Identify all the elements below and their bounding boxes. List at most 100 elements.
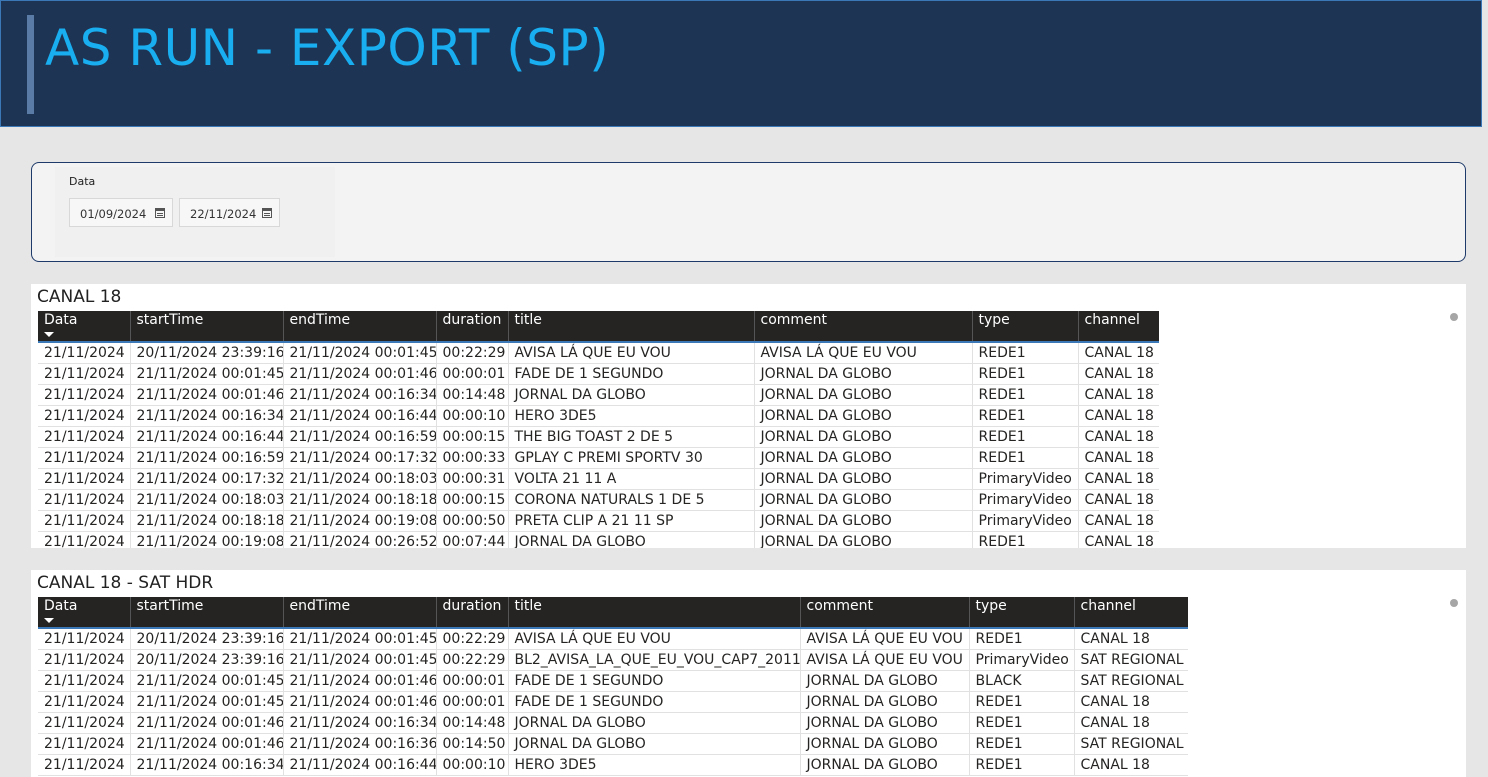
column-header[interactable]: endTime [283, 311, 437, 343]
table-cell: 00:00:31 [436, 468, 509, 490]
table-row[interactable]: 21/11/2024 21/11/2024 00:18:03 21/11/2024 … [38, 489, 1159, 511]
table-cell: 00:22:29 [436, 649, 509, 671]
column-header-label: Data [44, 598, 78, 614]
start-date-input[interactable]: 01/09/2024 [69, 198, 173, 227]
column-header-label: startTime [136, 312, 204, 328]
column-header-label: duration [442, 598, 502, 614]
column-header[interactable]: startTime [130, 311, 284, 343]
table-cell: 21/11/2024 00:01:46 [130, 384, 284, 406]
table-cell: 21/11/2024 00:01:45 [283, 342, 437, 364]
date-slicer-label: Data [69, 175, 96, 188]
table-row[interactable]: 21/11/2024 20/11/2024 23:39:16 21/11/2024 … [38, 342, 1159, 364]
column-header[interactable]: type [969, 597, 1075, 629]
table-cell: PrimaryVideo [972, 489, 1079, 511]
column-header[interactable]: title [508, 311, 755, 343]
table-title: CANAL 18 [37, 287, 122, 307]
table-cell: REDE1 [972, 531, 1079, 548]
table-cell: 00:14:48 [436, 384, 509, 406]
table-row[interactable]: 21/11/2024 21/11/2024 00:16:59 21/11/2024 … [38, 447, 1159, 469]
date-slicer: Data 01/09/2024 22/11/2024 [55, 167, 335, 257]
table-row[interactable]: 21/11/2024 21/11/2024 00:16:44 21/11/2024 … [38, 426, 1159, 448]
column-header[interactable]: duration [436, 311, 509, 343]
table-row[interactable]: 21/11/2024 21/11/2024 00:17:32 21/11/2024 … [38, 468, 1159, 490]
table-cell: 00:14:50 [436, 733, 509, 755]
table-cell: JORNAL DA GLOBO [508, 712, 801, 734]
end-date-input[interactable]: 22/11/2024 [179, 198, 280, 227]
column-header[interactable]: comment [800, 597, 970, 629]
table-cell: CANAL 18 [1078, 342, 1159, 364]
scrollbar-thumb[interactable] [1450, 313, 1458, 321]
table-cell: 00:00:15 [436, 426, 509, 448]
table-row[interactable]: 21/11/2024 21/11/2024 00:19:08 21/11/2024 … [38, 531, 1159, 548]
table-cell: JORNAL DA GLOBO [800, 712, 970, 734]
table-cell: AVISA LÁ QUE EU VOU [508, 342, 755, 364]
table-cell: REDE1 [969, 712, 1075, 734]
table-row[interactable]: 21/11/2024 21/11/2024 00:01:45 21/11/2024 … [38, 363, 1159, 385]
table-cell: 00:00:50 [436, 510, 509, 532]
column-header[interactable]: startTime [130, 597, 284, 629]
table-cell: 21/11/2024 00:01:46 [283, 670, 437, 692]
canal-18-panel: CANAL 18 Data startTime endTime duration tit… [31, 284, 1466, 548]
table-cell: PrimaryVideo [969, 649, 1075, 671]
table-cell: CANAL 18 [1078, 489, 1159, 511]
table-cell: FADE DE 1 SEGUNDO [508, 363, 755, 385]
table-row[interactable]: 21/11/2024 21/11/2024 00:18:18 21/11/2024 … [38, 510, 1159, 532]
table-cell: HERO 3DE5 [508, 754, 801, 776]
table-cell: 00:14:48 [436, 712, 509, 734]
column-header[interactable]: channel [1078, 311, 1159, 343]
table-cell: 21/11/2024 00:16:44 [283, 405, 437, 427]
table-cell: JORNAL DA GLOBO [754, 384, 973, 406]
calendar-icon[interactable] [262, 208, 272, 218]
table-row[interactable]: 21/11/2024 21/11/2024 00:01:46 21/11/2024 … [38, 733, 1188, 755]
table-cell: 21/11/2024 00:26:52 [283, 531, 437, 548]
column-header-label: duration [442, 312, 502, 328]
table-cell: 00:00:10 [436, 754, 509, 776]
column-header[interactable]: type [972, 311, 1079, 343]
table-cell: 21/11/2024 00:18:03 [130, 489, 284, 511]
column-header[interactable]: Data [38, 311, 131, 343]
table-row[interactable]: 21/11/2024 21/11/2024 00:01:46 21/11/2024 … [38, 384, 1159, 406]
table-cell: 00:00:01 [436, 363, 509, 385]
column-header[interactable]: endTime [283, 597, 437, 629]
table-cell: JORNAL DA GLOBO [800, 754, 970, 776]
table-cell: REDE1 [972, 384, 1079, 406]
column-header[interactable]: channel [1074, 597, 1188, 629]
sort-descending-icon [44, 332, 54, 337]
table-cell: REDE1 [972, 447, 1079, 469]
table-cell: JORNAL DA GLOBO [754, 363, 973, 385]
table-cell: 21/11/2024 [38, 405, 131, 427]
table-cell: PrimaryVideo [972, 468, 1079, 490]
column-header-label: comment [760, 312, 828, 328]
report-header: AS RUN - EXPORT (SP) [0, 0, 1482, 127]
column-header[interactable]: Data [38, 597, 131, 629]
table-cell: JORNAL DA GLOBO [800, 691, 970, 713]
table-cell: REDE1 [969, 733, 1075, 755]
table-row[interactable]: 21/11/2024 21/11/2024 00:16:34 21/11/2024 … [38, 754, 1188, 776]
table-row[interactable]: 21/11/2024 21/11/2024 00:01:45 21/11/2024 … [38, 670, 1188, 692]
table-row[interactable]: 21/11/2024 21/11/2024 00:01:46 21/11/2024 … [38, 712, 1188, 734]
table-row[interactable]: 21/11/2024 21/11/2024 00:01:45 21/11/2024 … [38, 691, 1188, 713]
scrollbar-thumb[interactable] [1450, 599, 1458, 607]
table-cell: AVISA LÁ QUE EU VOU [800, 649, 970, 671]
table-cell: JORNAL DA GLOBO [800, 670, 970, 692]
table-cell: FADE DE 1 SEGUNDO [508, 670, 801, 692]
table-cell: CANAL 18 [1078, 510, 1159, 532]
table-cell: 21/11/2024 [38, 628, 131, 650]
column-header[interactable]: comment [754, 311, 973, 343]
table-cell: 21/11/2024 [38, 468, 131, 490]
calendar-icon[interactable] [155, 208, 165, 218]
table-cell: CANAL 18 [1078, 447, 1159, 469]
table-cell: 21/11/2024 [38, 342, 131, 364]
table-cell: 21/11/2024 00:01:46 [130, 733, 284, 755]
table-cell: 21/11/2024 [38, 754, 131, 776]
table-cell: 21/11/2024 00:17:32 [130, 468, 284, 490]
table-title: CANAL 18 - SAT HDR [37, 573, 214, 593]
column-header[interactable]: duration [436, 597, 509, 629]
canal-18-sat-hdr-panel: CANAL 18 - SAT HDR Data startTime endTime d… [31, 570, 1466, 777]
table-cell: 21/11/2024 00:16:34 [283, 712, 437, 734]
column-header[interactable]: title [508, 597, 801, 629]
column-header-label: channel [1080, 598, 1136, 614]
table-row[interactable]: 21/11/2024 21/11/2024 00:16:34 21/11/2024 … [38, 405, 1159, 427]
table-row[interactable]: 21/11/2024 20/11/2024 23:39:16 21/11/2024 … [38, 628, 1188, 650]
table-row[interactable]: 21/11/2024 20/11/2024 23:39:16 21/11/2024 … [38, 649, 1188, 671]
